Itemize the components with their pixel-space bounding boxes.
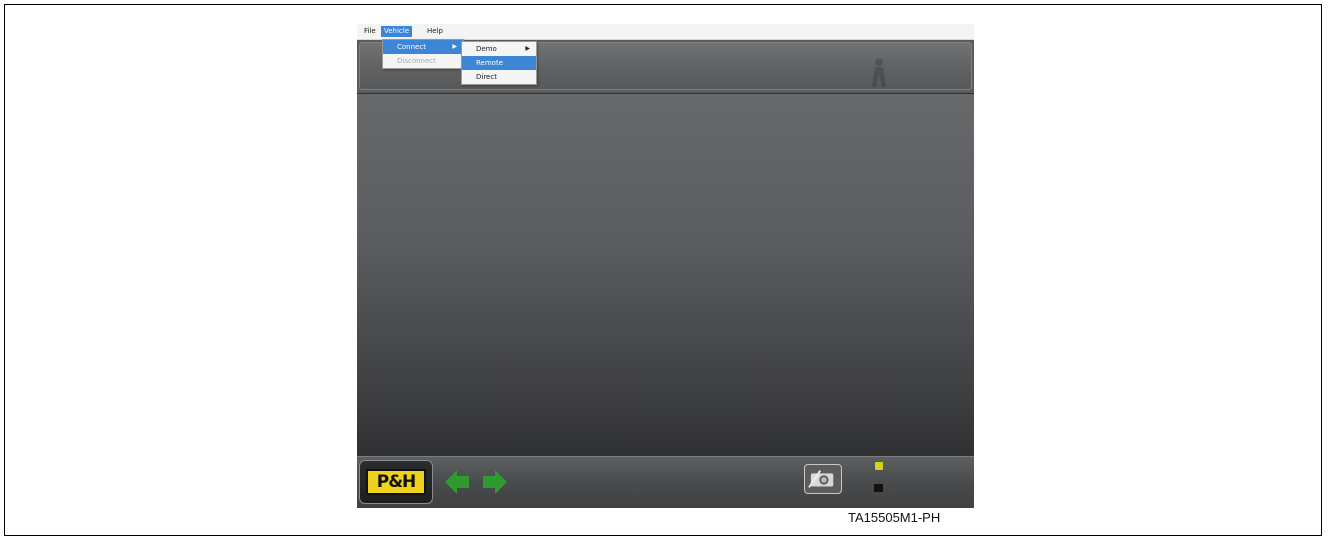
menu-item-remote[interactable]: Remote <box>462 56 536 70</box>
menu-vehicle[interactable]: Vehicle <box>381 26 413 37</box>
menu-item-connect[interactable]: Connect ▶ <box>383 40 463 54</box>
menu-item-direct[interactable]: Direct <box>462 70 536 84</box>
menu-item-disconnect-label: Disconnect <box>397 57 436 65</box>
vehicle-menu-dropdown: Connect ▶ Disconnect <box>382 39 464 69</box>
submenu-arrow-icon: ▶ <box>452 43 457 50</box>
submenu-arrow-icon: ▶ <box>525 45 530 52</box>
menu-item-connect-label: Connect <box>397 43 426 51</box>
operator-figure-icon <box>872 58 886 87</box>
connect-submenu: Demo ▶ Remote Direct <box>461 41 537 85</box>
camera-icon <box>808 470 834 488</box>
app-window: File Vehicle Help P&H Connect ▶ Disconne… <box>357 24 974 508</box>
menu-item-disconnect: Disconnect <box>383 54 463 68</box>
menu-item-demo[interactable]: Demo ▶ <box>462 42 536 56</box>
arrow-left-icon[interactable] <box>445 469 469 495</box>
menu-help[interactable]: Help <box>424 26 446 37</box>
main-display-panel <box>357 93 974 456</box>
menu-item-remote-label: Remote <box>476 59 504 67</box>
menu-item-direct-label: Direct <box>476 73 497 81</box>
logo-frame: P&H <box>359 460 433 504</box>
bottom-toolbar: P&H <box>357 456 974 508</box>
menu-item-demo-label: Demo <box>476 45 497 53</box>
status-indicator-black <box>874 484 883 492</box>
arrow-right-icon[interactable] <box>483 469 507 495</box>
status-indicator-yellow <box>875 462 883 470</box>
camera-button[interactable] <box>804 464 842 494</box>
figure-caption: TA15505M1-PH <box>848 510 941 525</box>
menu-file[interactable]: File <box>361 26 379 37</box>
ph-logo: P&H <box>366 469 426 495</box>
menu-bar: File Vehicle Help <box>357 24 974 40</box>
